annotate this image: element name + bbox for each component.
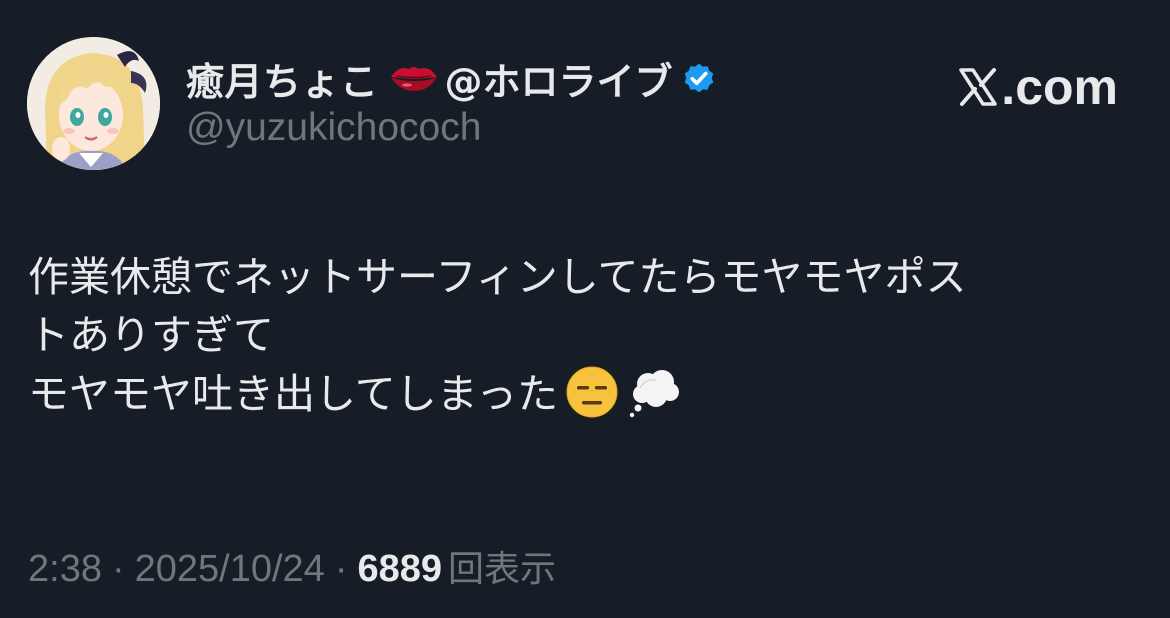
tweet-date[interactable]: 2025/10/24 bbox=[135, 548, 325, 591]
author-display-name[interactable]: 癒月ちょこ bbox=[186, 51, 379, 106]
author-name-suffix[interactable]: @ホロライブ bbox=[445, 51, 673, 106]
avatar[interactable] bbox=[27, 37, 160, 170]
tweet-time[interactable]: 2:38 bbox=[28, 548, 102, 591]
tweet-line-last: モヤモヤ吐き出してしまった bbox=[28, 364, 1148, 423]
tweet-card: 癒月ちょこ @ホロライブ @yuzukichococh .com 作業休憩でネッ… bbox=[0, 0, 1170, 618]
meta-separator: · bbox=[334, 548, 348, 590]
thought-balloon-emoji-icon bbox=[626, 364, 682, 420]
author-name-row[interactable]: 癒月ちょこ @ホロライブ bbox=[186, 50, 717, 106]
tweet-meta: 2:38 · 2025/10/24 · 6889 回表示 bbox=[28, 540, 556, 592]
brand-watermark: .com bbox=[957, 58, 1118, 116]
tweet-line: 作業休憩でネットサーフィンしてたらモヤモヤポス bbox=[28, 253, 967, 301]
views-label: 回表示 bbox=[448, 549, 557, 590]
tweet-text: 作業休憩でネットサーフィンしてたらモヤモヤポス トありすぎて モヤモヤ吐き出して… bbox=[28, 248, 1148, 423]
tweet-line: トありすぎて bbox=[28, 311, 274, 359]
author-handle[interactable]: @yuzukichococh bbox=[186, 106, 481, 150]
verified-badge-icon[interactable] bbox=[681, 60, 717, 96]
meta-separator: · bbox=[111, 548, 125, 590]
avatar-image bbox=[27, 37, 160, 170]
lips-emoji-icon bbox=[389, 63, 439, 93]
x-logo-icon bbox=[957, 66, 999, 108]
brand-text: .com bbox=[1001, 59, 1118, 115]
expressionless-face-emoji-icon bbox=[564, 364, 620, 420]
views-count: 6889 bbox=[357, 548, 443, 590]
tweet-line-text: モヤモヤ吐き出してしまった bbox=[28, 370, 559, 418]
